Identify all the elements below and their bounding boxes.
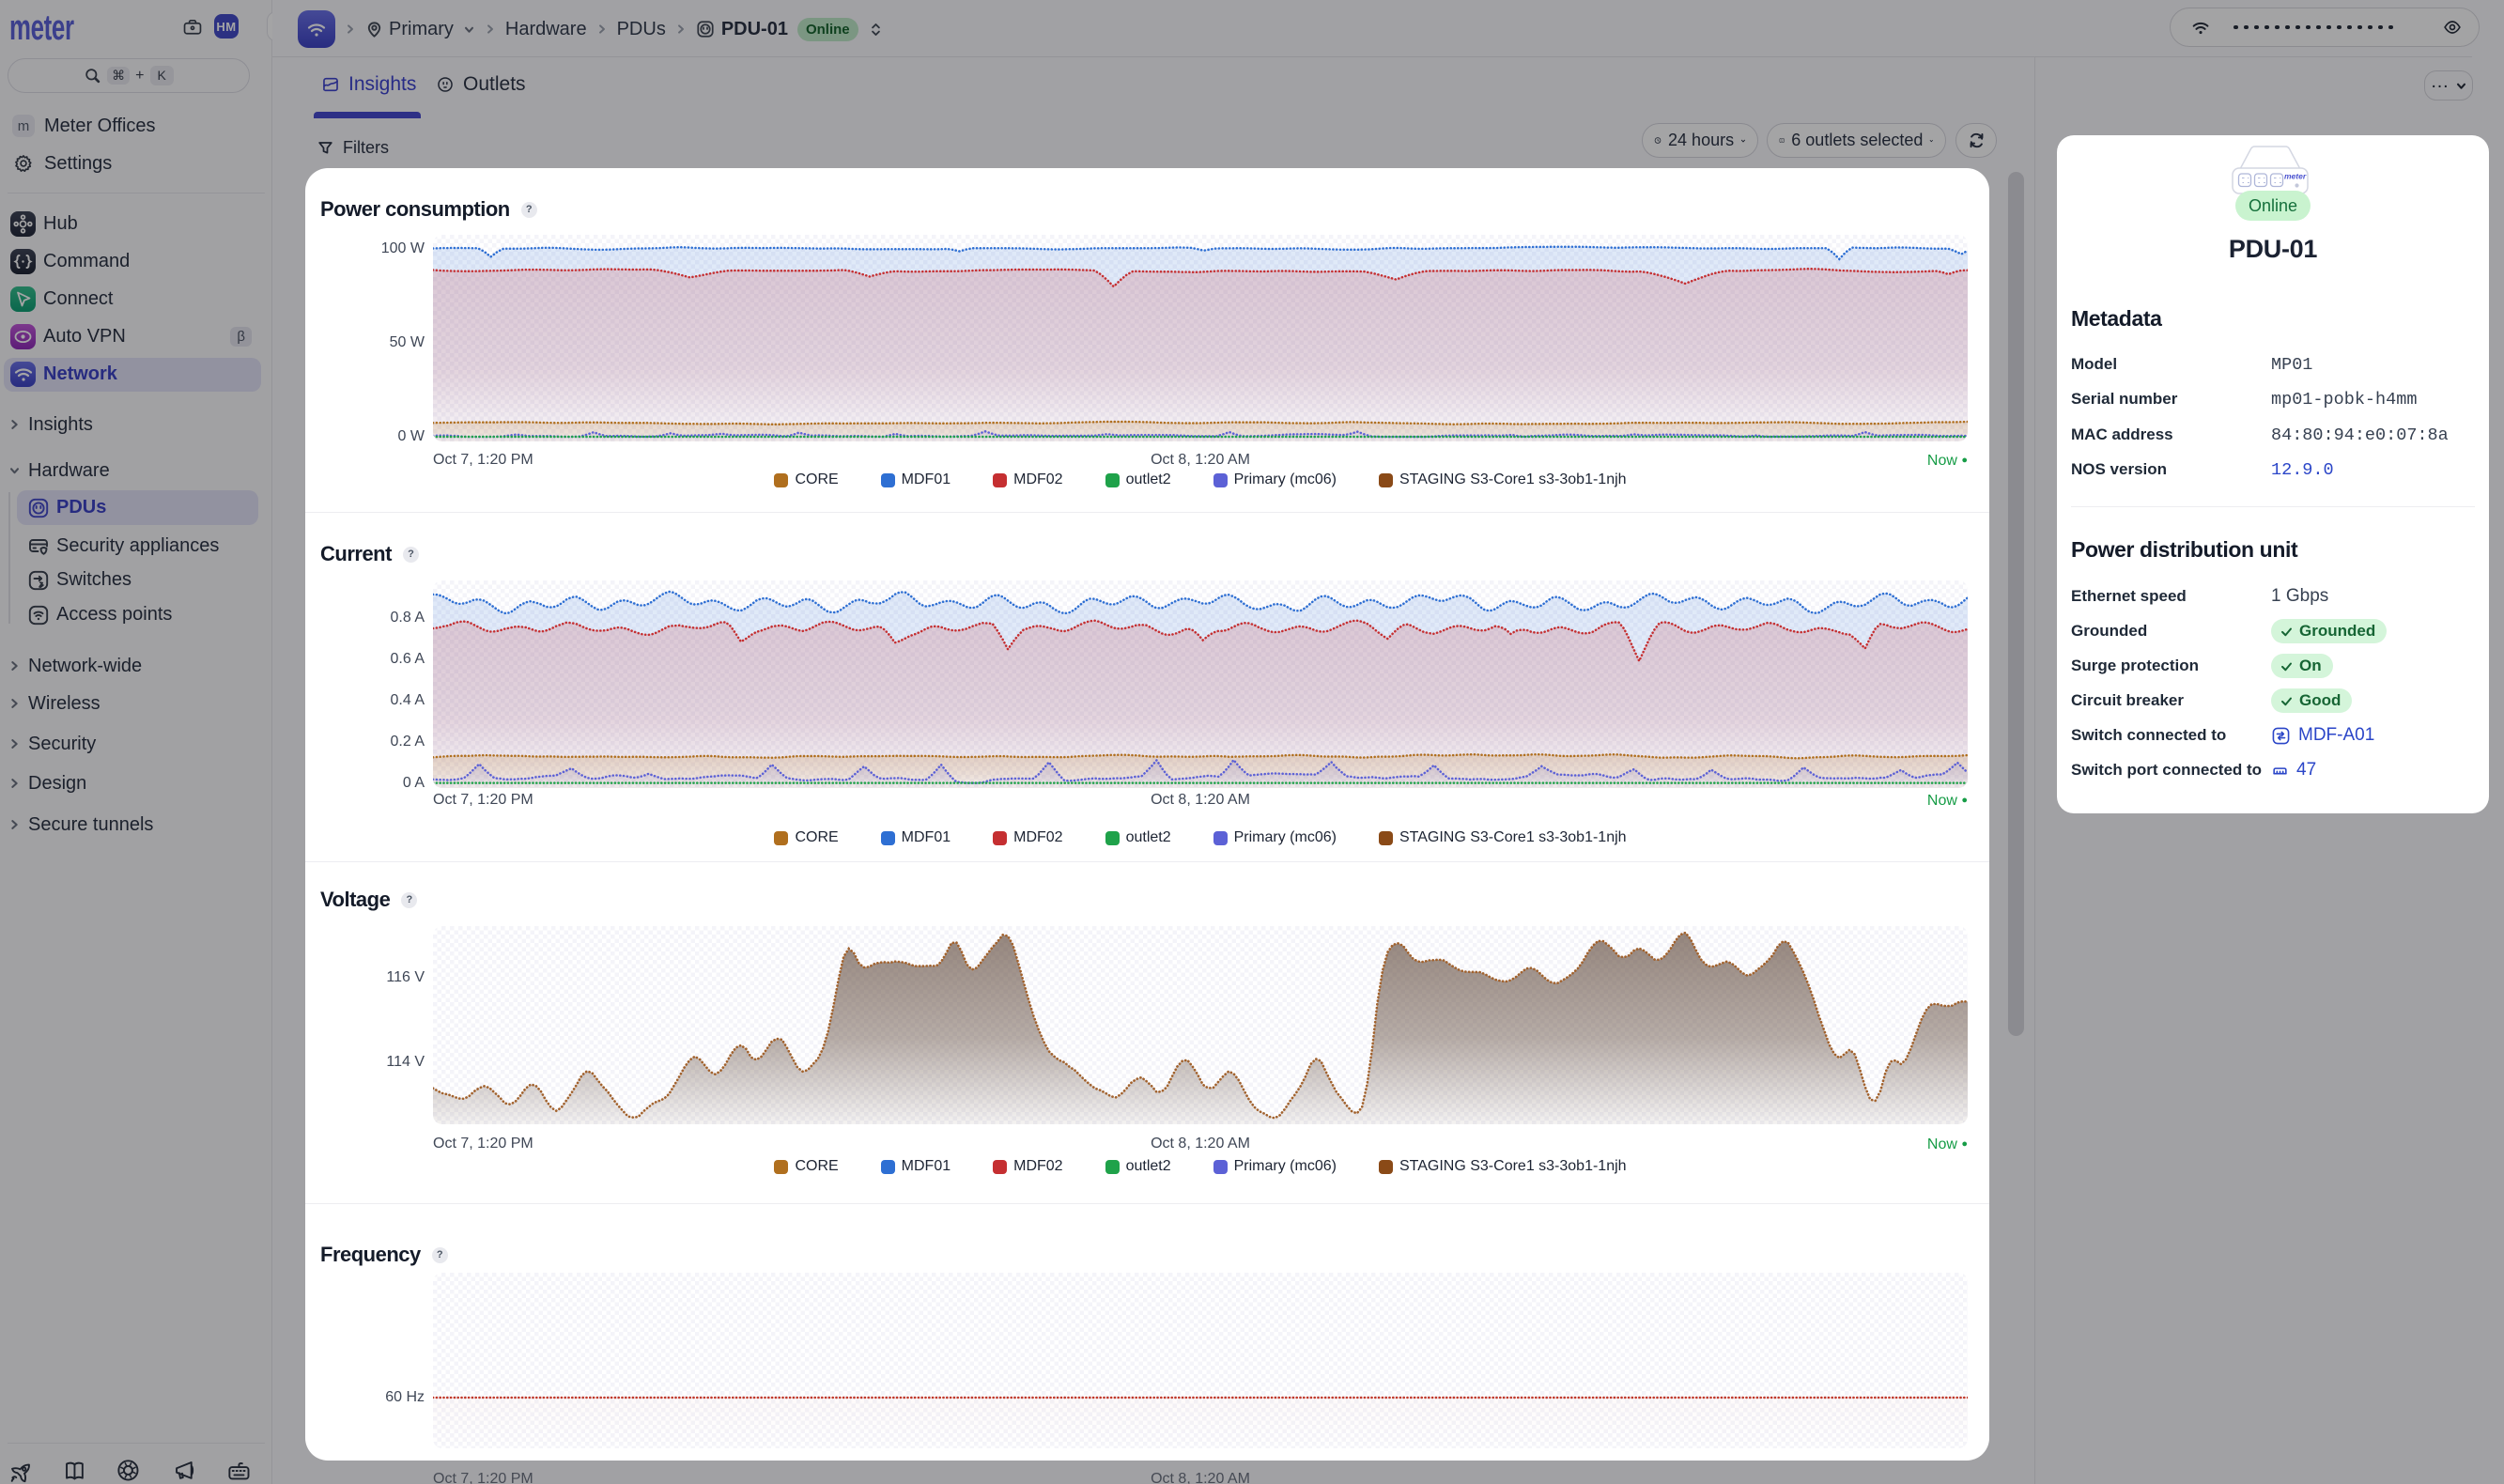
svg-text:meter: meter bbox=[2284, 172, 2307, 181]
